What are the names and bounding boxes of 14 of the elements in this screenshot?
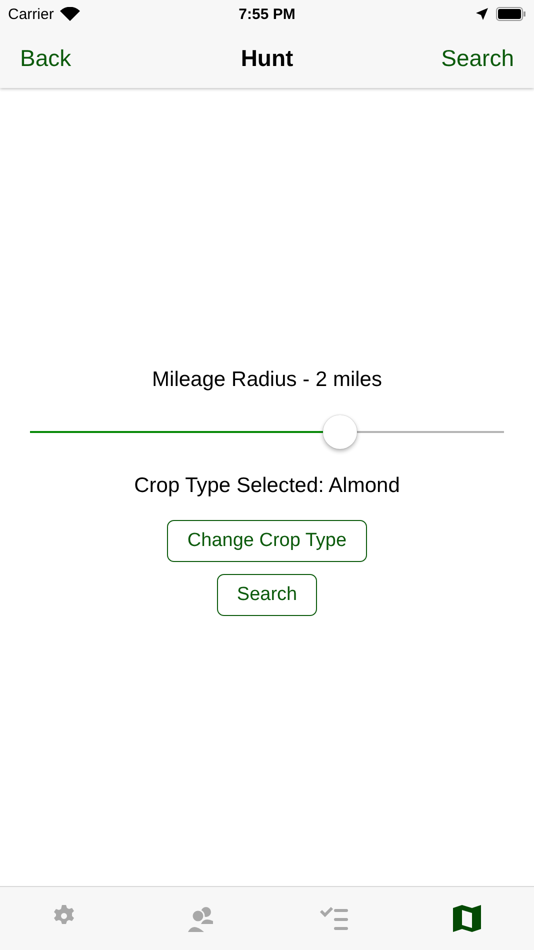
battery-icon (496, 7, 526, 21)
wifi-icon (60, 7, 80, 21)
crop-type-label: Crop Type Selected: Almond (134, 474, 400, 498)
search-link[interactable]: Search (441, 44, 514, 72)
change-crop-button[interactable]: Change Crop Type (167, 520, 367, 562)
search-button[interactable]: Search (216, 574, 318, 616)
clock-time: 7:55 PM (238, 6, 296, 22)
slider-thumb[interactable] (322, 415, 357, 449)
map-icon[interactable] (451, 904, 484, 934)
carrier-label: Carrier (8, 6, 54, 22)
location-arrow-icon (476, 8, 488, 20)
back-link[interactable]: Back (20, 44, 72, 72)
radius-label: Mileage Radius - 2 miles (152, 368, 382, 392)
screen-title: Hunt (240, 44, 294, 70)
